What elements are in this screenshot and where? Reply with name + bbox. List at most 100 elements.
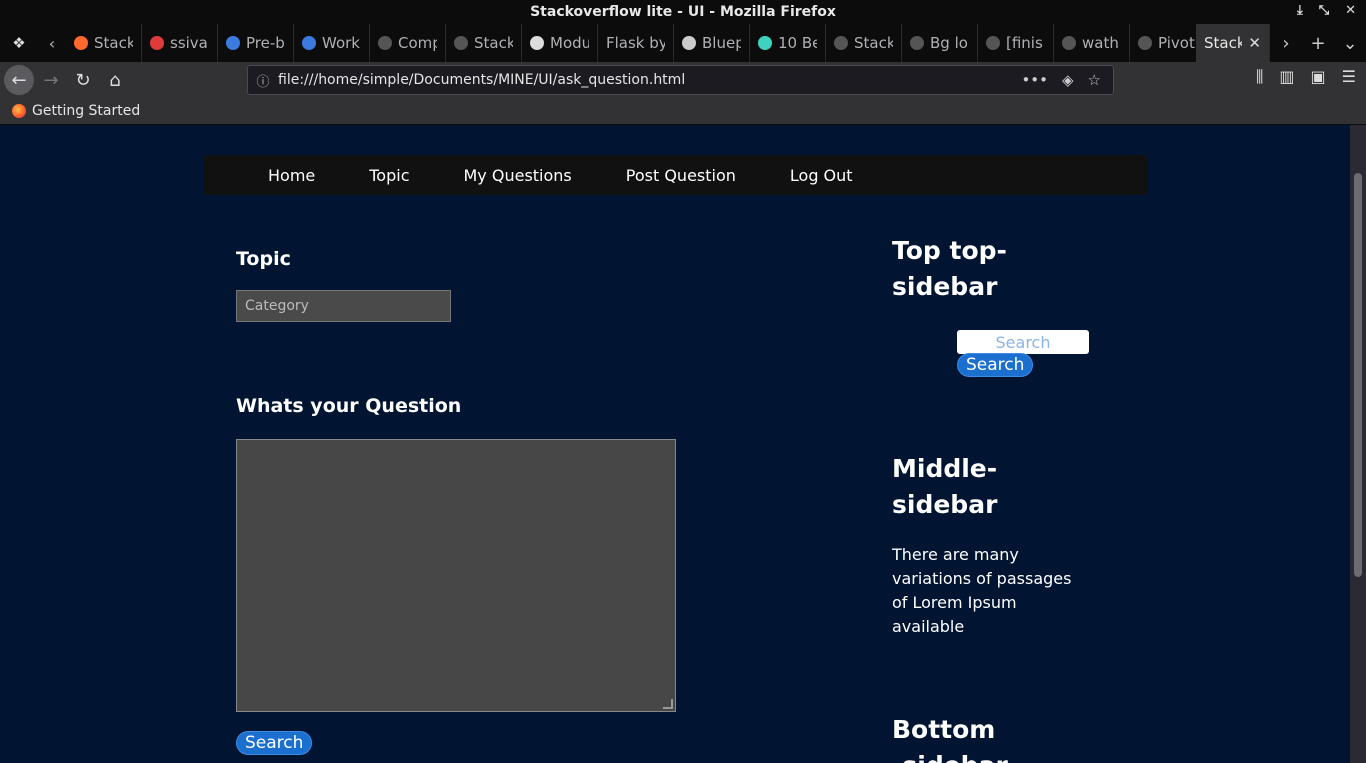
bookmark-getting-started[interactable]: Getting Started (32, 103, 140, 119)
tab-favicon-icon (226, 36, 240, 50)
tab-2[interactable]: Pre-b (218, 24, 294, 62)
tab-list-icon[interactable]: ❖ (0, 24, 38, 62)
site-menu: Home Topic My Questions Post Question Log Ou… (203, 155, 1148, 195)
tab-favicon-icon (758, 36, 772, 50)
resize-grip-icon[interactable] (663, 699, 673, 709)
library-icon[interactable]: ⫼ (1256, 67, 1263, 87)
window-controls: ⤓ ⤡ ✕ (1297, 3, 1356, 18)
tab-favicon-icon (1062, 36, 1076, 50)
category-input[interactable]: Category (236, 290, 451, 322)
minimize-icon[interactable]: ⤓ (1297, 3, 1303, 18)
tab-4[interactable]: Comp (370, 24, 446, 62)
tab-12[interactable]: [finis (978, 24, 1054, 62)
extension-icon[interactable]: ▣ (1311, 67, 1326, 87)
tab-list: Stack ssiva Pre-b Work Comp Stack Modu Flask by… (66, 24, 1196, 62)
close-window-icon[interactable]: ✕ (1345, 3, 1356, 18)
forward-icon[interactable]: → (36, 65, 66, 95)
tab-favicon-icon (682, 36, 696, 50)
tab-label: Stack (1204, 34, 1243, 52)
tab-label: wath (1082, 34, 1119, 52)
tab-strip: ❖ ‹ Stack ssiva Pre-b Work Comp Stack Modu Flas… (0, 24, 1366, 62)
middle-sidebar-heading-line1: Middle- (892, 454, 998, 483)
tab-label: Work (322, 34, 360, 52)
tab-favicon-icon (1138, 36, 1152, 50)
tab-favicon-icon (378, 36, 392, 50)
tab-7[interactable]: Flask by (598, 24, 674, 62)
menu-item-my-questions[interactable]: My Questions (437, 166, 599, 185)
tab-10[interactable]: Stack (826, 24, 902, 62)
top-sidebar-heading-line1: Top top- (892, 236, 1007, 265)
tab-favicon-icon (150, 36, 164, 50)
tab-9[interactable]: 10 Be (750, 24, 826, 62)
tab-favicon-icon (834, 36, 848, 50)
category-placeholder: Category (245, 298, 309, 314)
menu-item-home[interactable]: Home (241, 166, 342, 185)
tab-overflow-chevron-icon[interactable]: ⌄ (1334, 24, 1366, 62)
scrollbar-thumb[interactable] (1354, 173, 1362, 577)
tab-label: Pivot (1158, 34, 1195, 52)
question-heading: Whats your Question (236, 395, 462, 417)
tab-8[interactable]: Bluep (674, 24, 750, 62)
hamburger-menu-icon[interactable]: ☰ (1342, 67, 1356, 87)
tab-3[interactable]: Work (294, 24, 370, 62)
tab-favicon-icon (74, 36, 88, 50)
tab-label: [finis (1006, 34, 1043, 52)
bottom-sidebar-heading-line1: Bottom (892, 715, 996, 744)
tab-favicon-icon (454, 36, 468, 50)
tab-14[interactable]: Pivot (1130, 24, 1196, 62)
tab-active[interactable]: Stack ✕ (1196, 24, 1270, 62)
tab-label: 10 Be (778, 34, 817, 52)
tab-0[interactable]: Stack (66, 24, 142, 62)
tab-label: Stack (854, 34, 893, 52)
tab-label: Flask by (606, 34, 665, 52)
tab-scroll-right-icon[interactable]: › (1270, 24, 1302, 62)
reload-icon[interactable]: ↻ (68, 65, 98, 95)
tab-label: Stack (94, 34, 133, 52)
tab-label: Stack (474, 34, 513, 52)
menu-item-topic[interactable]: Topic (342, 166, 436, 185)
firefox-icon (12, 104, 26, 118)
page-scrollbar[interactable] (1350, 125, 1366, 763)
menu-item-post-question[interactable]: Post Question (599, 166, 763, 185)
bookmark-star-icon[interactable]: ☆ (1088, 71, 1101, 89)
menu-item-log-out[interactable]: Log Out (763, 166, 880, 185)
tab-5[interactable]: Stack (446, 24, 522, 62)
home-icon[interactable]: ⌂ (100, 65, 130, 95)
tab-label: Modu (550, 34, 589, 52)
sidebar-search-button[interactable]: Search (957, 353, 1034, 377)
navigation-toolbar: ← → ↻ ⌂ ⓘ file:///home/simple/Documents/… (0, 62, 1366, 98)
back-icon[interactable]: ← (4, 65, 34, 95)
tab-label: Bluep (702, 34, 741, 52)
sidebar-search-input[interactable]: Search (957, 330, 1089, 354)
new-tab-icon[interactable]: + (1302, 24, 1334, 62)
tab-label: ssiva (170, 34, 208, 52)
question-textarea[interactable] (236, 439, 676, 712)
address-bar[interactable]: ⓘ file:///home/simple/Documents/MINE/UI/… (247, 65, 1114, 95)
page-actions-icon[interactable]: ••• (1021, 71, 1048, 89)
url-text: file:///home/simple/Documents/MINE/UI/as… (278, 72, 686, 88)
top-sidebar-heading: Top top- sidebar (892, 233, 1007, 305)
tab-label: Bg lo (930, 34, 968, 52)
site-info-icon[interactable]: ⓘ (248, 71, 278, 90)
sidebar-toggle-icon[interactable]: ▥ (1279, 67, 1294, 87)
tab-6[interactable]: Modu (522, 24, 598, 62)
tab-scroll-left-icon[interactable]: ‹ (38, 24, 66, 62)
bookmarks-toolbar: Getting Started (0, 98, 1366, 125)
bottom-sidebar-heading: Bottom -sidebar (892, 712, 1008, 763)
tab-favicon-icon (530, 36, 544, 50)
middle-sidebar-heading: Middle- sidebar (892, 451, 997, 523)
close-tab-icon[interactable]: ✕ (1248, 34, 1261, 52)
top-sidebar-heading-line2: sidebar (892, 272, 998, 301)
tab-favicon-icon (910, 36, 924, 50)
submit-question-button[interactable]: Search (236, 731, 313, 755)
restore-icon[interactable]: ⤡ (1319, 3, 1329, 18)
middle-sidebar-text: There are many variations of passages of… (892, 545, 1072, 636)
pocket-icon[interactable]: ◈ (1062, 71, 1074, 89)
tab-13[interactable]: wath (1054, 24, 1130, 62)
middle-sidebar-heading-line2: sidebar (892, 490, 998, 519)
tab-11[interactable]: Bg lo (902, 24, 978, 62)
sidebar-search-placeholder: Search (995, 332, 1051, 352)
tab-1[interactable]: ssiva (142, 24, 218, 62)
window-title: Stackoverflow lite - UI - Mozilla Firefo… (530, 4, 836, 20)
tab-favicon-icon (302, 36, 316, 50)
